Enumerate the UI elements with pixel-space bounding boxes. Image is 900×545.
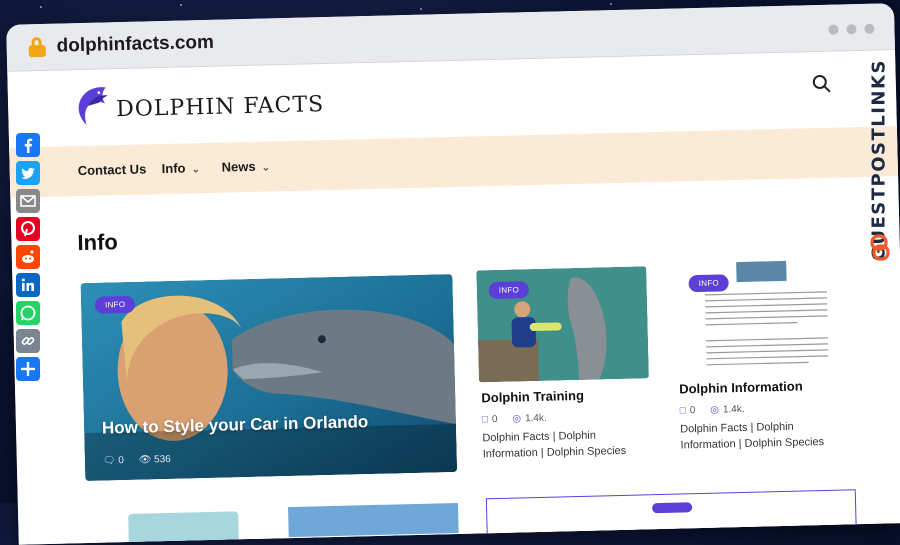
post-title[interactable]: Dolphin Information: [679, 378, 803, 396]
share-bar: [16, 133, 42, 385]
nav-label: Info: [161, 160, 186, 177]
comment-icon: □: [481, 414, 489, 426]
linkedin-icon[interactable]: [16, 273, 40, 297]
browser-window: dolphinfacts.com DOLPHIN FACTS Contact U…: [6, 3, 900, 545]
comment-count: 0: [689, 405, 696, 417]
main-nav: Contact Us Info ⌄ News ⌄: [9, 126, 899, 198]
nav-news[interactable]: News ⌄: [221, 158, 271, 175]
post-meta: □ 0 ◎ 1.4k.: [481, 412, 559, 426]
comment-count: 0: [118, 455, 124, 467]
site-logo-text[interactable]: DOLPHIN FACTS: [116, 92, 325, 122]
window-dot-icon[interactable]: [828, 24, 839, 35]
comment-count: 0: [491, 413, 498, 426]
post-card-image[interactable]: [128, 511, 239, 545]
facebook-icon[interactable]: [16, 133, 40, 157]
comment-icon: □: [679, 405, 686, 417]
window-dot-icon[interactable]: [864, 23, 875, 34]
chevron-down-icon: ⌄: [261, 162, 271, 174]
view-count: 1.4k.: [722, 403, 745, 416]
pinterest-icon[interactable]: [16, 217, 40, 241]
lock-icon: [28, 36, 46, 58]
reddit-icon[interactable]: [16, 245, 40, 269]
views-icon: ◎: [512, 413, 522, 425]
post-card-image[interactable]: INFO: [676, 257, 849, 374]
more-share-icon[interactable]: [16, 357, 40, 381]
views-icon: ◎: [710, 404, 720, 416]
page-title: Info: [77, 229, 119, 256]
category-badge[interactable]: INFO: [488, 281, 530, 300]
post-card-image[interactable]: [287, 502, 459, 538]
chevron-down-icon: ⌄: [191, 164, 201, 176]
nav-info[interactable]: Info ⌄: [161, 160, 201, 177]
view-count: 1.4k.: [524, 412, 547, 425]
window-controls: [820, 21, 875, 40]
copy-link-icon[interactable]: [16, 329, 40, 353]
web-page: DOLPHIN FACTS Contact Us Info ⌄ News ⌄ Inf…: [7, 50, 900, 545]
dolphin-logo-icon[interactable]: [72, 83, 113, 128]
nav-contact-us[interactable]: Contact Us: [78, 161, 147, 178]
window-dot-icon[interactable]: [846, 24, 857, 35]
chain-link-icon: [870, 234, 890, 261]
views-icon: 👁: [138, 454, 152, 466]
featured-post-card[interactable]: INFO How to Style your Car in Orlando 🗨 …: [80, 274, 458, 482]
category-badge[interactable]: INFO: [688, 274, 730, 293]
featured-post-image: [80, 274, 458, 482]
nav-label: News: [221, 158, 256, 175]
side-brand-text: GUESTPOSTLINKS: [868, 59, 890, 261]
category-badge[interactable]: INFO: [94, 295, 136, 314]
comment-icon: 🗨: [102, 455, 116, 467]
post-card-image[interactable]: [485, 489, 857, 541]
email-icon[interactable]: [16, 189, 40, 213]
url-text[interactable]: dolphinfacts.com: [56, 32, 214, 58]
view-count: 536: [153, 453, 171, 466]
post-meta: 🗨 0 👁 536: [103, 454, 171, 467]
post-card-image[interactable]: INFO: [476, 266, 649, 383]
post-title[interactable]: Dolphin Training: [481, 388, 584, 406]
nav-label: Contact Us: [77, 161, 147, 179]
twitter-icon[interactable]: [16, 161, 40, 185]
search-icon[interactable]: [812, 74, 832, 94]
post-categories[interactable]: Dolphin Facts | Dolphin Information | Do…: [680, 417, 846, 453]
post-meta: □ 0 ◎ 1.4k.: [680, 404, 757, 417]
whatsapp-icon[interactable]: [16, 301, 40, 325]
post-categories[interactable]: Dolphin Facts | Dolphin Information | Do…: [482, 426, 648, 462]
